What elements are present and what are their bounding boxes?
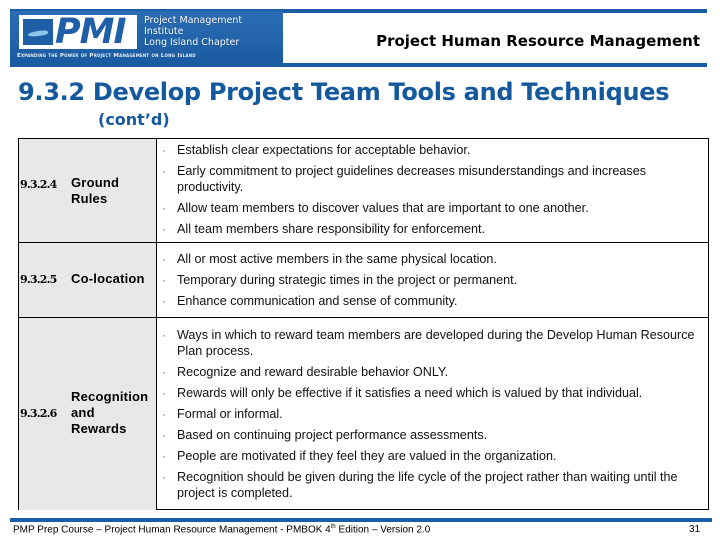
row-name-line: Co-location	[71, 271, 145, 286]
row-name-line: Ground	[71, 175, 120, 190]
bullet-item: Allow team members to discover values th…	[158, 200, 702, 216]
logo-org-name: Project Management Institute Long Island…	[144, 15, 283, 48]
bullet-item: Rewards will only be effective if it sat…	[158, 385, 702, 401]
row-name: Ground Rules	[71, 175, 119, 207]
row-name: Recognition and Rewards	[71, 389, 148, 437]
long-island-map-icon	[23, 19, 53, 45]
table-row-recognition-rewards: 9.3.2.6 Recognition and Rewards Ways in …	[19, 318, 708, 510]
bullet-item: Ways in which to reward team members are…	[158, 327, 702, 359]
footer-text-edition: Edition – Version 2.0	[335, 524, 431, 536]
row-content-cell: Establish clear expectations for accepta…	[158, 139, 708, 242]
bullet-item: Recognition should be given during the l…	[158, 469, 702, 501]
bullet-item: Establish clear expectations for accepta…	[158, 142, 702, 158]
bullet-item: Formal or informal.	[158, 406, 702, 422]
footer-text-main: PMP Prep Course – Project Human Resource…	[13, 524, 331, 536]
bullet-list: Ways in which to reward team members are…	[158, 327, 702, 506]
page-number: 31	[689, 524, 701, 535]
bullet-item: Early commitment to project guidelines d…	[158, 163, 702, 195]
row-name-line: Recognition	[71, 389, 149, 404]
logo-mark: PMI	[19, 12, 137, 52]
row-content-cell: All or most active members in the same p…	[158, 243, 708, 317]
footer-text: PMP Prep Course – Project Human Resource…	[13, 524, 430, 535]
row-name-line: and	[71, 405, 95, 420]
row-number: 9.3.2.4	[20, 178, 57, 191]
bullet-list: Establish clear expectations for accepta…	[158, 142, 702, 242]
pmi-logo: PMI Project Management Institute Long Is…	[10, 11, 283, 66]
row-number: 9.3.2.6	[20, 407, 57, 420]
row-label-cell: 9.3.2.6 Recognition and Rewards	[19, 318, 157, 510]
techniques-table: 9.3.2.4 Ground Rules Establish clear exp…	[18, 138, 709, 510]
bullet-item: Enhance communication and sense of commu…	[158, 293, 702, 309]
bullet-item: Based on continuing project performance …	[158, 427, 702, 443]
bullet-item: Recognize and reward desirable behavior …	[158, 364, 702, 380]
row-number: 9.3.2.5	[20, 273, 57, 286]
footer-rule	[10, 518, 712, 522]
island-shape	[27, 29, 49, 38]
row-label-cell: 9.3.2.4 Ground Rules	[19, 139, 157, 242]
logo-tagline: Expanding the Power of Project Managemen…	[17, 53, 196, 59]
slide-title: 9.3.2 Develop Project Team Tools and Tec…	[18, 78, 670, 106]
logo-org-line1: Project Management Institute	[144, 15, 243, 37]
row-label-cell: 9.3.2.5 Co-location	[19, 243, 157, 317]
table-row-ground-rules: 9.3.2.4 Ground Rules Establish clear exp…	[19, 139, 708, 243]
row-content-cell: Ways in which to reward team members are…	[158, 318, 708, 510]
row-name-line: Rules	[71, 191, 108, 206]
section-title: Project Human Resource Management	[376, 32, 700, 50]
bullet-item: All or most active members in the same p…	[158, 251, 702, 267]
bullet-item: Temporary during strategic times in the …	[158, 272, 702, 288]
slide-subtitle: (cont’d)	[98, 110, 170, 129]
bullet-item: People are motivated if they feel they a…	[158, 448, 702, 464]
row-name-line: Rewards	[71, 421, 127, 436]
logo-org-line2: Long Island Chapter	[144, 37, 240, 48]
row-name: Co-location	[71, 271, 145, 287]
bullet-list: All or most active members in the same p…	[158, 251, 702, 314]
logo-letters: PMI	[55, 12, 127, 52]
table-row-co-location: 9.3.2.5 Co-location All or most active m…	[19, 243, 708, 318]
bullet-item: All team members share responsibility fo…	[158, 221, 702, 237]
